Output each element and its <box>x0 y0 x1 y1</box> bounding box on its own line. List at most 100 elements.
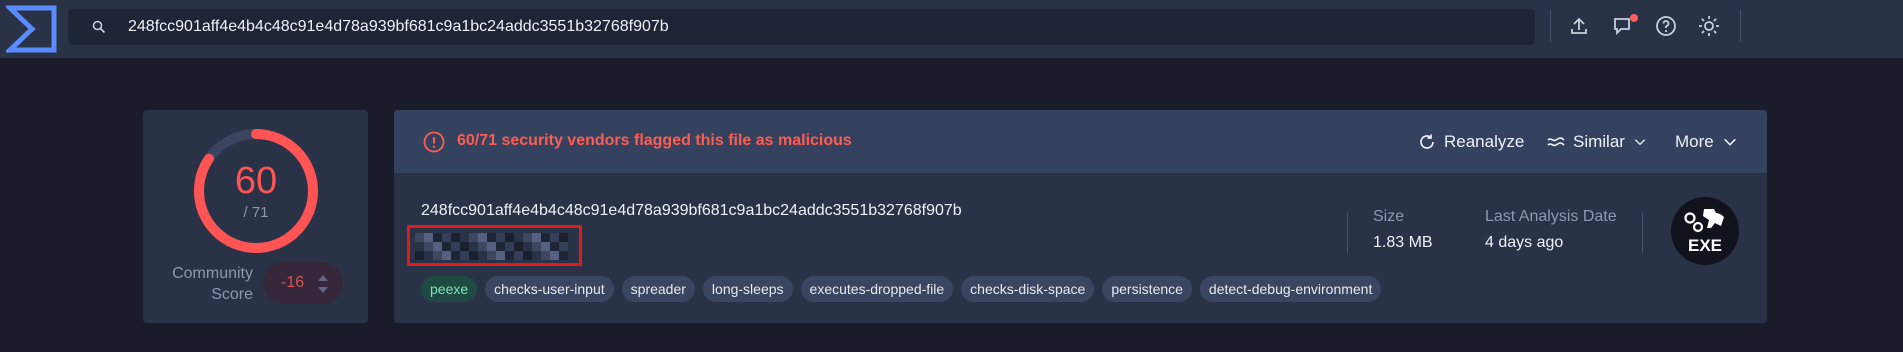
tag-persistence[interactable]: persistence <box>1102 276 1192 302</box>
refresh-icon <box>1420 134 1434 149</box>
pixel <box>487 242 496 251</box>
top-bar <box>0 0 1903 58</box>
pixel <box>415 242 424 251</box>
upload-button[interactable] <box>1567 14 1591 38</box>
more-label: More <box>1675 132 1714 151</box>
alert-text: 60/71 security vendors flagged this file… <box>457 132 852 149</box>
tag-list: peexe checks-user-input spreader long-sleep… <box>421 276 1382 302</box>
pixel <box>505 251 514 260</box>
similar-icon <box>1547 137 1565 147</box>
search-input[interactable] <box>128 9 1508 45</box>
pixel <box>442 233 451 242</box>
pixel <box>514 251 523 260</box>
pixel <box>496 233 505 242</box>
pixel <box>478 242 487 251</box>
tag-peexe[interactable]: peexe <box>421 276 478 302</box>
file-hash: 248fcc901aff4e4b4c48c91e4d78a939bf681c9a… <box>421 202 962 219</box>
divider <box>1347 213 1348 253</box>
file-summary-card: 60/71 security vendors flagged this file… <box>394 110 1767 323</box>
pixel <box>541 233 550 242</box>
pixel <box>415 233 424 242</box>
chevron-down-icon <box>1634 139 1646 146</box>
tag-checks-user-input[interactable]: checks-user-input <box>485 276 614 302</box>
similar-dropdown[interactable]: Similar <box>1547 131 1647 153</box>
alert-circle-icon <box>423 131 445 153</box>
vote-up-icon[interactable] <box>317 274 329 282</box>
pixel <box>424 233 433 242</box>
pixel <box>550 233 559 242</box>
tag-detect-debug-environment[interactable]: detect-debug-environment <box>1199 276 1382 302</box>
pixel <box>424 251 433 260</box>
pixel <box>451 242 460 251</box>
pixel <box>496 251 505 260</box>
pixelated-filename <box>415 233 574 260</box>
detection-count: 60 <box>234 160 278 202</box>
detection-score-card: 60 / 71 Community Score -16 <box>143 110 368 323</box>
pixel <box>532 233 541 242</box>
pixel <box>523 242 532 251</box>
detection-total: / 71 <box>243 204 269 221</box>
pixel <box>460 233 469 242</box>
vote-down-icon[interactable] <box>317 286 329 294</box>
exe-file-type-icon: EXE <box>1671 197 1739 265</box>
pixel <box>415 251 424 260</box>
pixel <box>433 233 442 242</box>
notification-dot <box>1630 14 1638 22</box>
pixel <box>433 242 442 251</box>
pixel <box>550 251 559 260</box>
pixel <box>550 242 559 251</box>
pixel <box>514 242 523 251</box>
pixel <box>442 251 451 260</box>
similar-label: Similar <box>1573 132 1625 151</box>
pixel <box>532 251 541 260</box>
pixel <box>433 251 442 260</box>
theme-toggle-button[interactable] <box>1697 14 1721 38</box>
pixel <box>469 251 478 260</box>
pixel <box>523 233 532 242</box>
pixel <box>469 233 478 242</box>
redacted-file-name <box>407 225 582 266</box>
tag-executes-dropped-file[interactable]: executes-dropped-file <box>800 276 954 302</box>
size-label: Size <box>1373 208 1405 225</box>
reanalyze-label: Reanalyze <box>1444 132 1525 151</box>
tag-checks-disk-space[interactable]: checks-disk-space <box>961 276 1095 302</box>
sun-icon <box>1699 16 1719 36</box>
more-dropdown[interactable]: More <box>1675 131 1738 153</box>
pixel <box>505 242 514 251</box>
pixel <box>478 251 487 260</box>
reanalyze-button[interactable]: Reanalyze <box>1418 131 1524 153</box>
tag-spreader[interactable]: spreader <box>621 276 695 302</box>
pixel <box>478 233 487 242</box>
pixel <box>496 242 505 251</box>
community-score-pill: -16 <box>263 262 343 304</box>
pixel <box>523 251 532 260</box>
pixel <box>559 242 568 251</box>
pixel <box>487 251 496 260</box>
virustotal-logo-icon[interactable] <box>6 4 58 54</box>
divider <box>1550 10 1551 42</box>
tag-long-sleeps[interactable]: long-sleeps <box>702 276 793 302</box>
pixel <box>559 251 568 260</box>
community-score-value: -16 <box>281 274 305 291</box>
last-analysis-value: 4 days ago <box>1485 234 1564 251</box>
pixel <box>442 242 451 251</box>
pixel <box>469 242 478 251</box>
pixel <box>451 251 460 260</box>
pixel <box>541 251 550 260</box>
chevron-down-icon <box>1723 138 1736 146</box>
pixel <box>487 233 496 242</box>
divider <box>1642 213 1643 253</box>
pixel <box>424 242 433 251</box>
search-box[interactable] <box>68 9 1535 45</box>
help-button[interactable] <box>1654 14 1678 38</box>
upload-icon <box>1571 17 1587 34</box>
community-score-label: Community Score <box>172 265 253 303</box>
pixel <box>460 242 469 251</box>
pixel <box>541 242 550 251</box>
divider <box>1740 10 1741 42</box>
pixel <box>451 233 460 242</box>
pixel <box>532 242 541 251</box>
exe-label: EXE <box>1688 236 1722 255</box>
pixel <box>505 233 514 242</box>
last-analysis-label: Last Analysis Date <box>1485 208 1617 225</box>
